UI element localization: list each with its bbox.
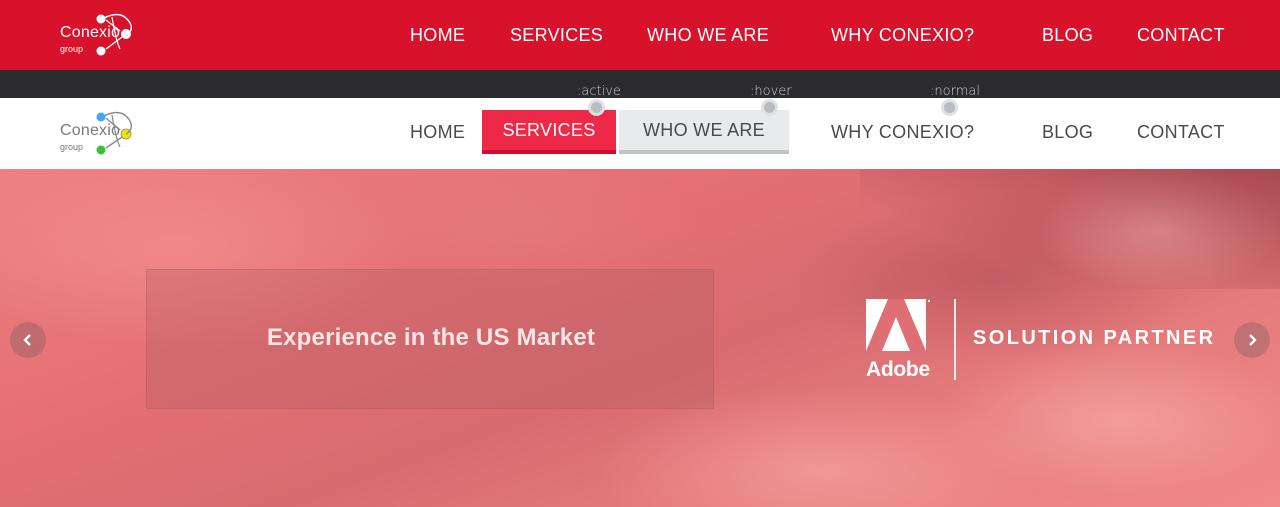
slider-next-button[interactable]: [1234, 322, 1270, 358]
adobe-wordmark: Adobe: [866, 358, 930, 381]
hero-caption-box: Experience in the US Market: [146, 269, 714, 409]
nav-contact[interactable]: CONTACT: [1137, 122, 1225, 142]
logo-subtitle: group: [60, 44, 84, 54]
nav-home[interactable]: HOME: [410, 25, 465, 45]
nav-why-conexio[interactable]: WHY CONEXIO?: [831, 25, 974, 45]
state-marker-normal: [941, 99, 958, 116]
state-label-normal: :normal: [930, 84, 980, 99]
partner-divider: [954, 299, 956, 380]
conexio-logo[interactable]: Conexio group: [60, 11, 140, 59]
top-nav-states: Conexio group HOME SERVICES WHO WE ARE W…: [0, 98, 1280, 169]
nav-blog[interactable]: BLOG: [1042, 25, 1093, 45]
chevron-left-icon: [23, 334, 31, 346]
nav-services-active[interactable]: SERVICES: [482, 110, 616, 154]
hero-slider: Experience in the US Market Adobe SOLUTI…: [0, 169, 1280, 507]
nav-who-we-are-hover[interactable]: WHO WE ARE: [619, 110, 789, 154]
logo-name: Conexio: [60, 122, 121, 139]
hero-caption: Experience in the US Market: [266, 324, 596, 351]
nav-contact[interactable]: CONTACT: [1137, 25, 1225, 45]
logo-subtitle: group: [60, 142, 84, 152]
conexio-logo-color[interactable]: Conexio group: [60, 109, 140, 157]
chevron-right-icon: [1249, 334, 1257, 346]
nav-services[interactable]: SERVICES: [510, 25, 603, 45]
nav-home[interactable]: HOME: [410, 122, 465, 142]
state-annotation-strip: [0, 70, 1280, 98]
state-label-hover: :hover: [750, 84, 792, 99]
top-nav-default: Conexio group HOME SERVICES WHO WE ARE W…: [0, 0, 1280, 70]
state-label-active: :active: [577, 84, 621, 99]
state-marker-hover: [761, 99, 778, 116]
solution-partner-label: SOLUTION PARTNER: [973, 327, 1216, 349]
state-marker-active: [588, 99, 605, 116]
nav-who-we-are[interactable]: WHO WE ARE: [647, 25, 769, 45]
slider-prev-button[interactable]: [10, 322, 46, 358]
nav-blog[interactable]: BLOG: [1042, 122, 1093, 142]
nav-why-conexio[interactable]: WHY CONEXIO?: [831, 122, 974, 142]
logo-name: Conexio: [60, 24, 121, 41]
